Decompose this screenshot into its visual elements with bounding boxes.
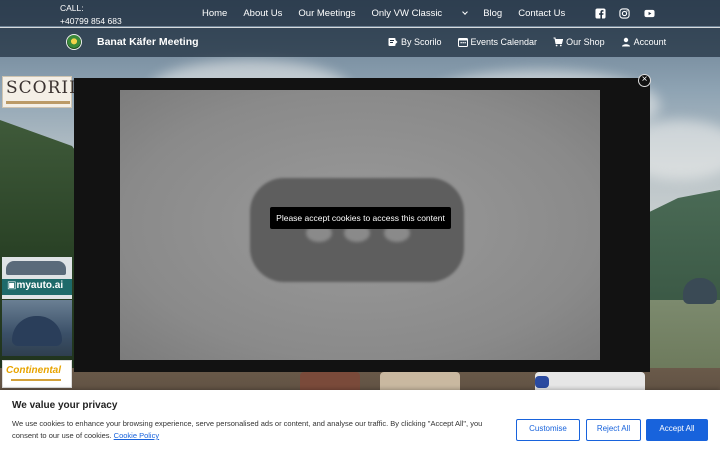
youtube-icon[interactable] <box>644 8 655 19</box>
cookie-policy-link[interactable]: Cookie Policy <box>114 431 159 440</box>
close-icon[interactable]: × <box>638 74 651 87</box>
nav-only-vw-classic[interactable]: Only VW Classic <box>371 8 469 19</box>
continental-logo: Continental <box>6 365 61 376</box>
customise-button[interactable]: Customise <box>516 419 580 441</box>
video-modal: Please accept cookies to access this con… <box>74 78 650 372</box>
nav-home[interactable]: Home <box>202 8 227 19</box>
main-header: Banat Käfer Meeting By Scorilo Events Ca… <box>0 27 720 57</box>
cookie-required-message: Please accept cookies to access this con… <box>270 207 451 229</box>
nav-by-scorilo[interactable]: By Scorilo <box>388 37 442 47</box>
loading-placeholder-icon <box>250 178 464 282</box>
myauto-logo-text: myauto.ai <box>16 280 64 291</box>
cookie-banner-title: We value your privacy <box>12 400 118 411</box>
nav-contact-us[interactable]: Contact Us <box>518 8 565 19</box>
top-bar: CALL: +40799 854 683 Home About Us Our M… <box>0 0 720 26</box>
divider <box>11 379 61 381</box>
sponsor-ad-beetle[interactable] <box>2 300 72 356</box>
cookie-banner-body: We use cookies to enhance your browsing … <box>12 419 483 440</box>
site-logo[interactable] <box>66 34 82 50</box>
sponsor-ad-continental[interactable]: Continental <box>2 360 72 388</box>
instagram-icon[interactable] <box>619 8 630 19</box>
beetle-car-image <box>12 316 62 346</box>
main-nav: By Scorilo Events Calendar Our Shop Acco… <box>388 37 666 47</box>
divider <box>6 101 70 104</box>
nav-our-shop-label: Our Shop <box>566 37 605 47</box>
accept-all-button[interactable]: Accept All <box>646 419 708 441</box>
cookie-banner-text: We use cookies to enhance your browsing … <box>12 418 507 442</box>
nav-by-scorilo-label: By Scorilo <box>401 37 442 47</box>
eu-flag <box>535 376 549 388</box>
site-title[interactable]: Banat Käfer Meeting <box>97 36 199 48</box>
calendar-icon <box>457 38 468 47</box>
nav-account[interactable]: Account <box>621 37 667 47</box>
top-nav: Home About Us Our Meetings Only VW Class… <box>202 8 581 19</box>
reject-all-button[interactable]: Reject All <box>586 419 641 441</box>
sponsor-ad-scorilo[interactable]: SCORILO <box>2 76 95 108</box>
nav-our-meetings[interactable]: Our Meetings <box>298 8 355 19</box>
nav-our-shop[interactable]: Our Shop <box>553 37 605 47</box>
facebook-icon[interactable] <box>595 8 606 19</box>
cart-icon <box>553 37 564 47</box>
nav-events-calendar-label: Events Calendar <box>470 37 538 47</box>
call-label: CALL: <box>60 3 84 13</box>
car-image <box>6 261 66 275</box>
nav-about-us[interactable]: About Us <box>243 8 282 19</box>
user-icon <box>621 37 630 47</box>
chevron-down-icon <box>462 9 469 15</box>
beetle-car-image <box>683 278 717 304</box>
nav-blog[interactable]: Blog <box>483 8 502 19</box>
sponsor-ad-myauto[interactable]: ▣myauto.ai <box>2 257 72 299</box>
myauto-logo: ▣myauto.ai <box>7 280 64 291</box>
call-info: CALL: +40799 854 683 <box>60 2 122 28</box>
video-placeholder: Please accept cookies to access this con… <box>120 90 600 360</box>
nav-account-label: Account <box>633 37 667 47</box>
nav-events-calendar[interactable]: Events Calendar <box>457 37 538 47</box>
tag-icon <box>388 38 398 46</box>
nav-only-vw-classic-label: Only VW Classic <box>371 8 443 19</box>
